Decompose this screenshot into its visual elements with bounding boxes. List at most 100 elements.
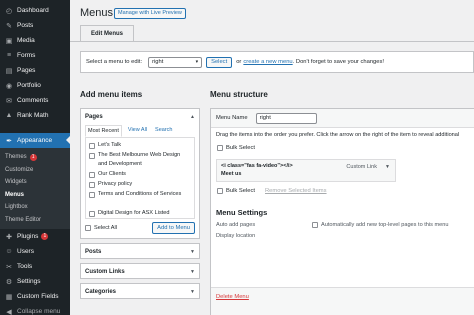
page-label: Our Clients [98,171,126,177]
users-icon: ☺ [5,248,13,255]
sidebar-item-comments[interactable]: ✉ Comments [0,93,70,108]
sidebar-item-label: Dashboard [17,7,49,14]
sidebar-item-dashboard[interactable]: ◴ Dashboard [0,3,70,18]
drag-instructions: Drag the items into the order you prefer… [216,132,460,138]
sidebar-item-media[interactable]: ▣ Media [0,33,70,48]
expand-arrow-icon[interactable]: ▼ [385,164,390,172]
delete-menu-link[interactable]: Delete Menu [216,294,249,300]
menu-name-input[interactable]: right [255,112,317,124]
sidebar-item-appearance[interactable]: ✒ Appearance [0,133,70,148]
caret-down-icon: ▼ [190,248,195,255]
update-badge: 1 [41,233,49,240]
sidebar-item-users[interactable]: ☺ Users [0,244,70,259]
page-checkbox[interactable] [89,152,95,159]
auto-add-checkbox[interactable] [312,221,318,228]
sidebar-item-posts[interactable]: ✎ Posts [0,18,70,33]
caret-down-icon: ▼ [190,268,195,275]
submenu-item-themes[interactable]: Themes 1 [0,151,70,164]
sidebar-item-pages[interactable]: ▤ Pages [0,63,70,78]
posts-box[interactable]: Posts ▼ [80,243,200,259]
sidebar-item-label: Rank Math [17,112,49,119]
list-item: Privacy policy [89,180,191,190]
plugins-icon: ✚ [6,233,12,241]
menu-select-bar: Select a menu to edit: right ▾ Select or… [80,51,474,73]
or-text: or [236,59,242,65]
sidebar-item-label: Plugins [17,233,39,240]
tab-edit-menus[interactable]: Edit Menus [80,25,134,42]
submenu-item-label: Themes [5,154,27,161]
page-checkbox[interactable] [89,142,95,149]
list-item: Our Clients [89,170,191,180]
page-checkbox[interactable] [89,181,95,188]
create-new-menu-link[interactable]: create a new menu [243,59,292,65]
sidebar-item-label: Portfolio [17,82,41,89]
forms-icon: ≡ [6,52,12,59]
submenu-item-theme-editor[interactable]: Theme Editor [0,214,70,227]
bulk-select-label[interactable]: Bulk Select [226,188,255,194]
pages-box-header[interactable]: Pages ▲ [81,109,199,124]
select-button[interactable]: Select [206,56,233,68]
list-item: The Best Melbourne Web Design and Develo… [89,151,191,170]
categories-box-title: Categories [85,288,117,295]
sidebar-item-plugins[interactable]: ✚ Plugins 1 [0,229,70,244]
portfolio-icon: ◉ [5,82,13,90]
sidebar-item-rank-math[interactable]: ▲ Rank Math [0,108,70,123]
submenu-item-widgets[interactable]: Widgets [0,176,70,189]
settings-icon: ⚙ [5,278,13,286]
sidebar-item-label: Appearance [17,137,53,144]
select-all-checkbox[interactable] [85,225,91,231]
select-all-control[interactable]: Select All [85,225,117,231]
menu-select-value: right [152,59,164,65]
live-preview-button[interactable]: Manage with Live Preview [114,8,186,19]
paintbrush-icon: ✒ [6,137,12,145]
pin-icon: ✎ [6,22,12,30]
pages-tabs: Most Recent View All Search [81,125,199,137]
page-checkbox[interactable] [89,210,95,217]
main-content: Menus Manage with Live Preview Edit Menu… [70,0,474,315]
caret-up-icon: ▲ [190,113,195,120]
sidebar-item-forms[interactable]: ≡ Forms [0,48,70,63]
bulk-select-bottom: Bulk Select Remove Selected Items [211,188,474,194]
page-label: The Best Melbourne Web Design and Develo… [98,152,181,167]
menu-footer-bar: Delete Menu [211,287,474,315]
submenu-item-lightbox[interactable]: Lightbox [0,201,70,214]
sidebar-item-settings[interactable]: ⚙ Settings [0,274,70,289]
add-to-menu-button[interactable]: Add to Menu [152,222,195,234]
page-checkbox[interactable] [89,171,95,178]
page-label: Let's Talk [98,142,122,148]
select-menu-label: Select a menu to edit: [86,59,143,65]
categories-box[interactable]: Categories ▼ [80,283,200,299]
appearance-submenu: Themes 1 Customize Widgets Menus Lightbox… [0,148,70,229]
sidebar-item-label: Users [17,248,34,255]
custom-links-box-title: Custom Links [85,268,125,275]
bulk-select-checkbox[interactable] [217,145,223,151]
sidebar-item-tools[interactable]: ✂ Tools [0,259,70,274]
tab-most-recent[interactable]: Most Recent [85,125,122,137]
submenu-item-customize[interactable]: Customize [0,164,70,177]
dashboard-icon: ◴ [5,7,13,15]
list-item: Digital Design for ASX Listed [89,209,191,218]
tab-view-all[interactable]: View All [126,125,149,137]
collapse-menu-button[interactable]: ◀ Collapse menu [0,304,70,315]
bulk-select-top[interactable]: Bulk Select [211,145,474,151]
save-reminder-text: . Don't forget to save your changes! [292,59,385,65]
sidebar-item-portfolio[interactable]: ◉ Portfolio [0,78,70,93]
bulk-select-checkbox[interactable] [217,188,223,194]
sidebar-item-custom-fields[interactable]: ▦ Custom Fields [0,289,70,304]
display-location-label: Display location [216,232,256,239]
submenu-item-menus[interactable]: Menus [0,189,70,202]
menu-item-meet-us[interactable]: <i class="fas fa-video"></i> Meet us Cus… [216,159,396,182]
page-label: Digital Design for ASX Listed [98,210,170,216]
update-badge: 1 [29,153,37,161]
posts-box-title: Posts [85,248,102,255]
media-icon: ▣ [5,37,13,45]
custom-links-box[interactable]: Custom Links ▼ [80,263,200,279]
add-menu-items-heading: Add menu items [80,90,143,99]
sidebar-item-label: Posts [17,22,34,29]
tab-search[interactable]: Search [153,125,174,137]
menu-name-row: Menu Name right [211,109,474,128]
remove-selected-link[interactable]: Remove Selected Items [265,188,327,194]
sidebar-item-label: Media [17,37,35,44]
page-checkbox[interactable] [89,191,95,198]
menu-select[interactable]: right ▾ [148,56,203,68]
